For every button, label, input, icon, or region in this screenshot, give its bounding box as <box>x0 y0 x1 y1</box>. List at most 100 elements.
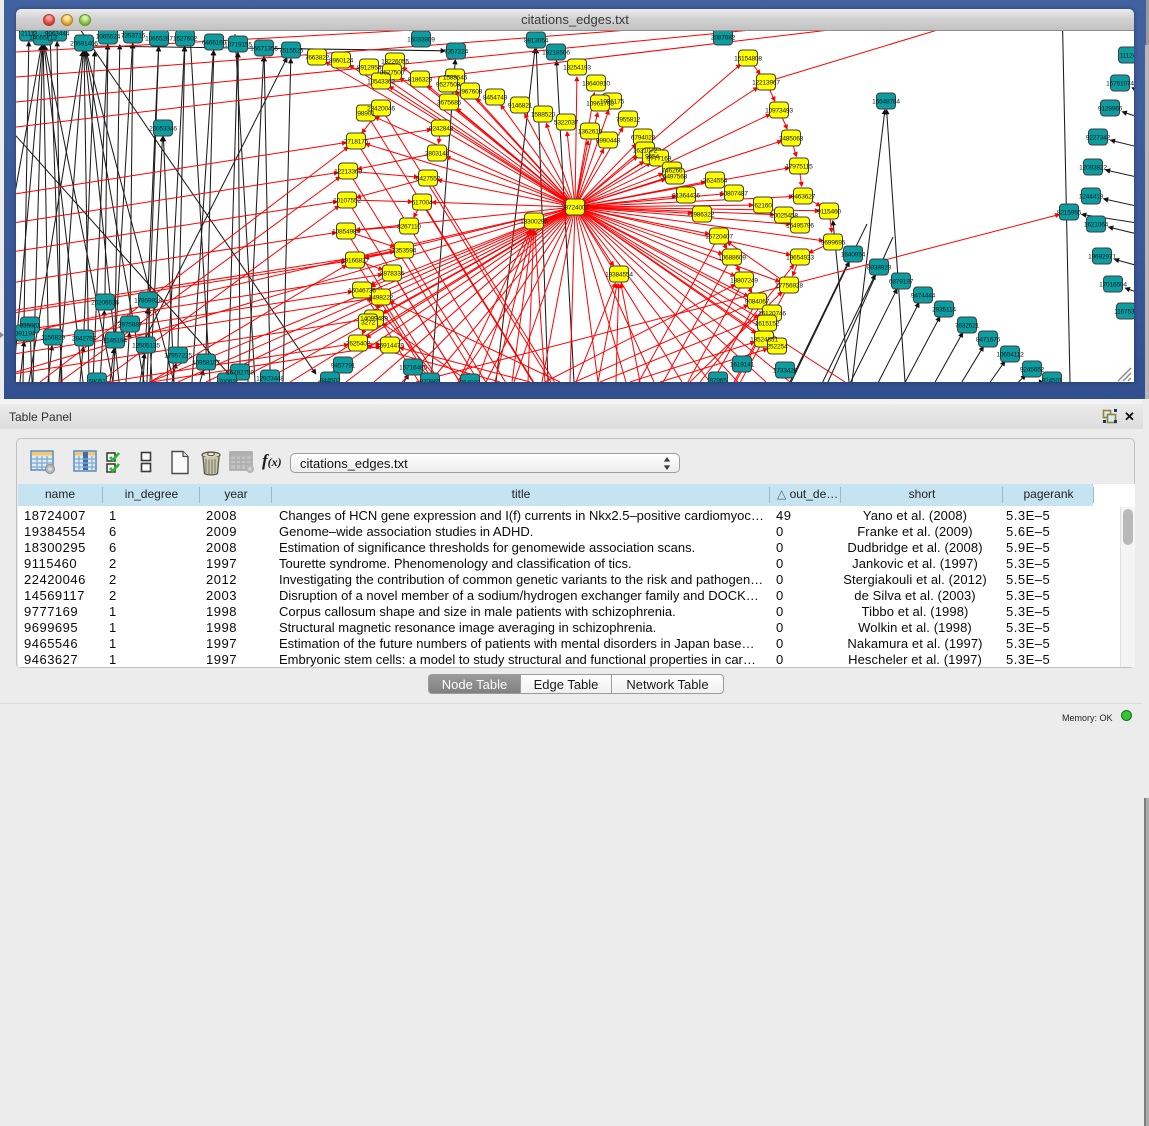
svg-text:9627500: 9627500 <box>380 69 405 76</box>
svg-text:10807487: 10807487 <box>720 190 748 197</box>
svg-text:7632621: 7632621 <box>955 322 980 329</box>
svg-text:8427552: 8427552 <box>416 175 441 182</box>
svg-text:17016504: 17016504 <box>1099 281 1127 288</box>
svg-text:10961768: 10961768 <box>586 100 614 107</box>
svg-text:15751074: 15751074 <box>1106 80 1134 87</box>
svg-text:23420046: 23420046 <box>367 105 395 112</box>
svg-text:1733426: 1733426 <box>773 367 798 374</box>
svg-text:12505135: 12505135 <box>132 342 160 349</box>
svg-text:7955812: 7955812 <box>616 116 641 123</box>
svg-text:16154808: 16154808 <box>734 55 762 62</box>
svg-text:1167531: 1167531 <box>1114 308 1134 315</box>
svg-text:20053346: 20053346 <box>149 125 177 132</box>
svg-text:16648784: 16648784 <box>872 98 900 105</box>
svg-text:19218506: 19218506 <box>542 49 570 56</box>
svg-text:9777169: 9777169 <box>647 155 672 162</box>
svg-text:18724007: 18724007 <box>561 204 589 211</box>
svg-text:8960124: 8960124 <box>329 57 354 64</box>
svg-text:11124: 11124 <box>1120 52 1134 59</box>
svg-text:16120746: 16120746 <box>758 310 786 317</box>
svg-text:1362615: 1362615 <box>578 128 603 135</box>
svg-text:10655287: 10655287 <box>145 35 173 42</box>
svg-text:2935114: 2935114 <box>932 306 956 313</box>
svg-text:15716485: 15716485 <box>399 364 427 371</box>
svg-text:16495796: 16495796 <box>786 222 814 229</box>
svg-text:9242848: 9242848 <box>429 125 454 132</box>
svg-text:3272: 3272 <box>361 319 375 326</box>
svg-text:1619141: 1619141 <box>730 361 755 368</box>
svg-text:12213967: 12213967 <box>752 79 780 86</box>
svg-text:20691406: 20691406 <box>70 40 98 47</box>
svg-text:16671355: 16671355 <box>250 45 278 52</box>
svg-text:3267110: 3267110 <box>397 223 421 230</box>
svg-text:1640954: 1640954 <box>841 251 866 258</box>
svg-text:7663822: 7663822 <box>305 54 330 61</box>
svg-text:12093822: 12093822 <box>1079 164 1107 171</box>
svg-text:18640910: 18640910 <box>582 80 610 87</box>
svg-text:19384554: 19384554 <box>605 271 633 278</box>
svg-text:9699695: 9699695 <box>821 239 846 246</box>
svg-text:70063: 70063 <box>218 378 236 382</box>
svg-text:59051: 59051 <box>88 378 106 382</box>
svg-text:8471676: 8471676 <box>976 336 1001 343</box>
svg-text:16046736: 16046736 <box>348 287 376 294</box>
svg-text:10107552: 10107552 <box>333 197 361 204</box>
svg-text:835061: 835061 <box>20 322 41 329</box>
svg-text:1527602: 1527602 <box>173 35 198 42</box>
svg-text:17975115: 17975115 <box>785 163 813 170</box>
svg-text:7625402: 7625402 <box>346 340 371 347</box>
svg-text:924501: 924501 <box>1042 377 1063 382</box>
svg-text:1621064: 1621064 <box>1084 221 1109 228</box>
svg-text:3498222: 3498222 <box>369 294 394 301</box>
svg-text:252254: 252254 <box>767 343 788 350</box>
svg-text:21364436: 21364436 <box>672 192 700 199</box>
svg-text:6794028: 6794028 <box>631 134 656 141</box>
svg-text:6879197: 6879197 <box>889 278 914 285</box>
svg-text:944502: 944502 <box>320 377 341 382</box>
svg-text:9063444: 9063444 <box>45 31 70 37</box>
svg-text:87965: 87965 <box>709 377 727 382</box>
svg-text:8186323: 8186323 <box>408 76 433 83</box>
svg-text:18300295: 18300295 <box>520 218 548 225</box>
svg-text:10025458: 10025458 <box>770 212 798 219</box>
svg-text:1588546: 1588546 <box>443 74 468 81</box>
svg-text:7515526: 7515526 <box>279 47 304 54</box>
svg-text:20206536: 20206536 <box>91 299 119 306</box>
svg-text:9084067: 9084067 <box>745 298 770 305</box>
svg-text:10543362: 10543362 <box>367 78 395 85</box>
svg-text:8878334: 8878334 <box>380 270 405 277</box>
svg-text:13226055: 13226055 <box>381 58 409 65</box>
svg-text:17859928: 17859928 <box>134 297 162 304</box>
svg-text:19166827: 19166827 <box>341 257 369 264</box>
svg-text:5322037: 5322037 <box>554 119 579 126</box>
svg-text:1145194: 1145194 <box>103 337 127 344</box>
svg-text:2803144: 2803144 <box>425 150 450 157</box>
svg-text:1615152: 1615152 <box>755 320 780 327</box>
svg-text:9527508: 9527508 <box>436 81 461 88</box>
svg-text:8938923: 8938923 <box>867 264 892 271</box>
svg-text:7986322: 7986322 <box>690 211 715 218</box>
svg-text:3975887: 3975887 <box>118 321 143 328</box>
svg-text:8454749: 8454749 <box>483 94 508 101</box>
svg-text:1156829: 1156829 <box>41 334 65 341</box>
svg-text:617004: 617004 <box>412 199 433 206</box>
svg-text:10688609: 10688609 <box>718 254 746 261</box>
svg-text:8215955: 8215955 <box>1057 209 1082 216</box>
svg-text:8912954: 8912954 <box>357 64 382 71</box>
svg-text:6466160: 6466160 <box>202 39 227 46</box>
svg-text:2718176: 2718176 <box>344 138 369 145</box>
svg-text:12213369: 12213369 <box>334 168 362 175</box>
svg-text:10654112: 10654112 <box>996 351 1024 358</box>
svg-text:10958107: 10958107 <box>192 359 220 366</box>
svg-text:10854984: 10854984 <box>332 228 360 235</box>
svg-text:2942757: 2942757 <box>72 335 97 342</box>
svg-text:19692971: 19692971 <box>1088 253 1116 260</box>
svg-text:12923448: 12923448 <box>256 375 284 382</box>
svg-text:391194: 391194 <box>16 330 36 337</box>
svg-text:9129966: 9129966 <box>1098 105 1123 112</box>
svg-text:1065524: 1065524 <box>96 33 121 40</box>
svg-text:3675685: 3675685 <box>437 99 462 106</box>
svg-text:9227342: 9227342 <box>1086 134 1111 141</box>
svg-text:9115460: 9115460 <box>817 208 841 215</box>
svg-text:7485063: 7485063 <box>779 135 804 142</box>
